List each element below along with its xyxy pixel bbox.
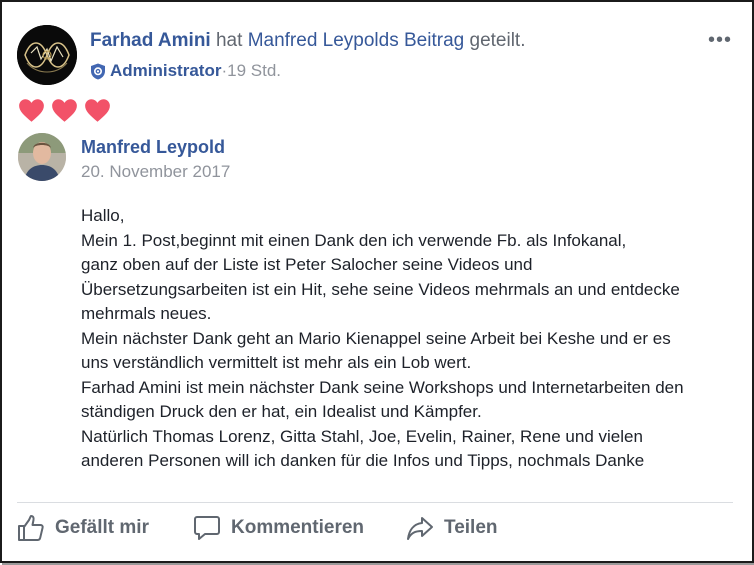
post-text-line: uns verständlich vermittelt ist mehr als…: [81, 353, 472, 372]
shared-post-date[interactable]: 20. November 2017: [81, 162, 230, 182]
shared-author-avatar[interactable]: [18, 133, 66, 181]
action-text-end: geteilt.: [464, 30, 526, 51]
post-text-line: Farhad Amini ist mein nächster Dank sein…: [81, 377, 684, 397]
shared-from-suffix: s Beitrag: [389, 30, 465, 51]
heart-icon: [85, 99, 110, 122]
action-text: hat: [210, 30, 248, 51]
author-avatar[interactable]: [17, 25, 77, 85]
comment-button[interactable]: Kommentieren: [193, 514, 406, 542]
action-divider: [17, 502, 733, 503]
post-timestamp[interactable]: 19 Std.: [227, 61, 281, 81]
post-text-line: Übersetzungsarbeiten ist ein Hit, sehe s…: [81, 279, 680, 299]
post-text-line: Hallo,: [81, 206, 125, 225]
share-label: Teilen: [444, 517, 498, 538]
heart-icon: [19, 99, 44, 122]
comment-icon: [194, 516, 220, 540]
more-options-button[interactable]: •••: [708, 29, 732, 52]
reaction-hearts: [18, 98, 111, 123]
post-text-line: Mein nächster Dank geht an Mario Kienapp…: [81, 328, 671, 348]
share-button[interactable]: Teilen: [406, 514, 498, 542]
like-button[interactable]: Gefällt mir: [17, 514, 193, 542]
post-text-line: mehrmals neues.: [81, 304, 212, 323]
action-bar: Gefällt mir Kommentieren Teilen: [17, 514, 498, 542]
shared-from-link[interactable]: Manfred Leypolds Beitrag: [248, 30, 465, 51]
share-arrow-icon: [407, 517, 433, 540]
post-text: Hallo, Mein 1. Post,beginnt mit einen Da…: [81, 204, 741, 474]
heart-icon: [52, 99, 77, 122]
admin-role-label[interactable]: Administrator: [110, 61, 221, 81]
admin-badge-icon: [91, 63, 105, 79]
post-header: Farhad Amini hat Manfred Leypolds Beitra…: [90, 30, 525, 52]
post-text-line: anderen Personen will ich danken für die…: [81, 451, 645, 470]
avatar-logo-icon: [17, 25, 77, 85]
author-name-link[interactable]: Farhad Amini: [90, 30, 211, 51]
post-text-line: ständigen Druck den er hat, ein Idealist…: [81, 402, 482, 421]
post-meta: Administrator · 19 Std.: [90, 61, 281, 81]
post-text-line: Natürlich Thomas Lorenz, Gitta Stahl, Jo…: [81, 426, 643, 446]
shared-from-name: Manfred Leypold: [247, 30, 390, 51]
post-text-line: Mein 1. Post,beginnt mit einen Dank den …: [81, 230, 627, 250]
thumbs-up-icon: [18, 515, 44, 541]
post-text-line: ganz oben auf der Liste ist Peter Saloch…: [81, 255, 533, 274]
person-photo-icon: [18, 133, 66, 181]
like-label: Gefällt mir: [55, 517, 149, 538]
comment-label: Kommentieren: [231, 517, 365, 538]
shared-author-name[interactable]: Manfred Leypold: [81, 137, 225, 158]
post-card: Farhad Amini hat Manfred Leypolds Beitra…: [0, 0, 754, 565]
